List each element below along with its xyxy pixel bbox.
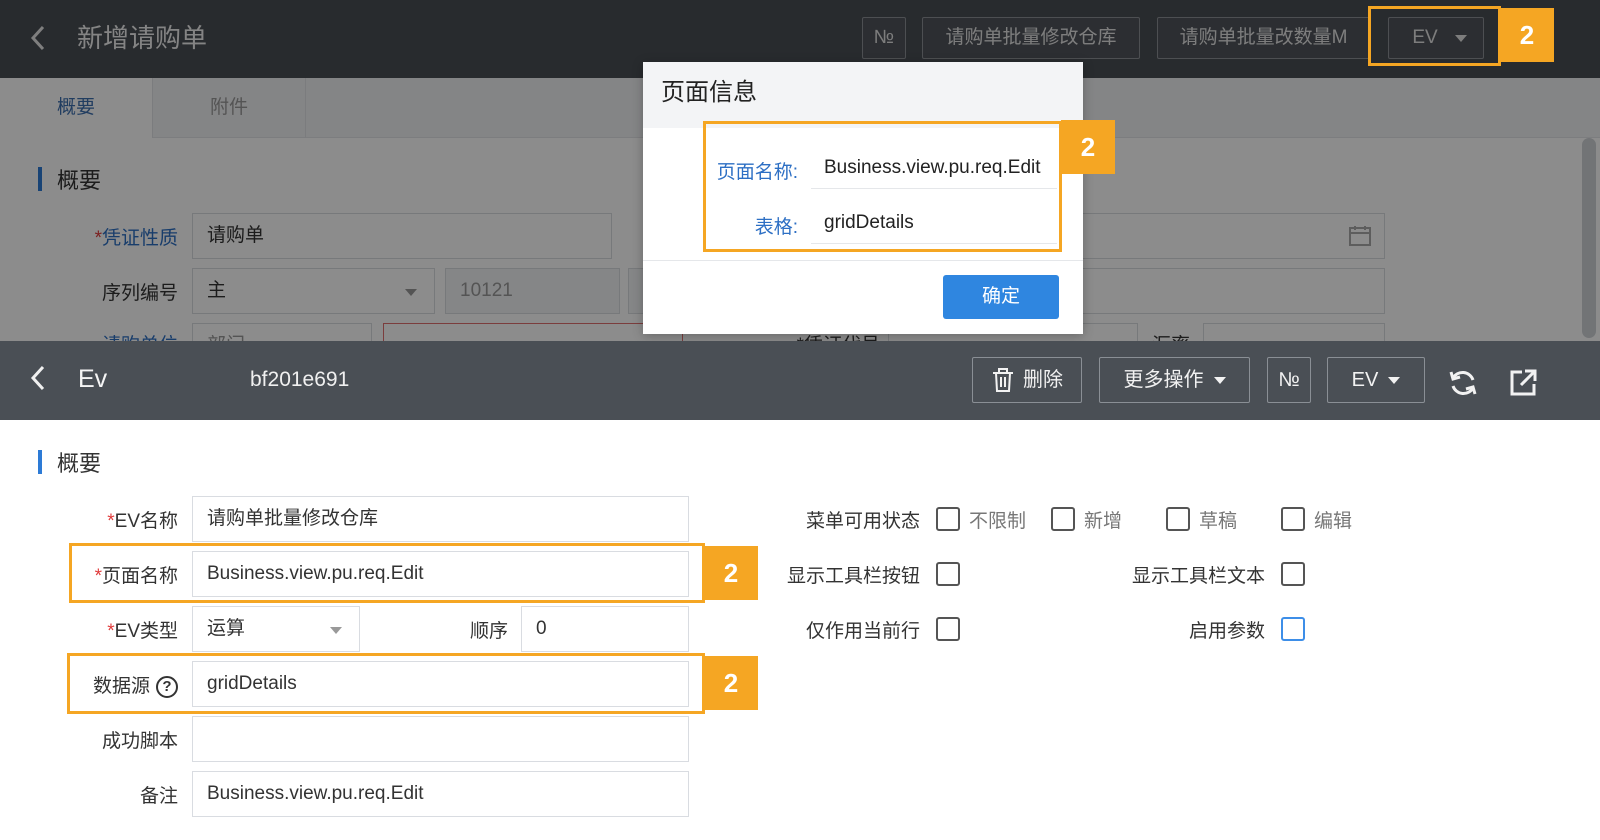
- step-badge: 2: [704, 656, 758, 710]
- section-marker: [38, 450, 42, 474]
- ev-name-field[interactable]: 请购单批量修改仓库: [192, 496, 689, 542]
- remark-field[interactable]: Business.view.pu.req.Edit: [192, 771, 689, 817]
- edit-checkbox[interactable]: [1281, 507, 1305, 531]
- unrestricted-checkbox[interactable]: [936, 507, 960, 531]
- new-label: 新增: [1084, 511, 1123, 532]
- exchange-rate-field[interactable]: [1203, 323, 1385, 341]
- number-button[interactable]: №: [1267, 357, 1311, 403]
- step-badge: 2: [1500, 8, 1554, 62]
- exchange-rate-label: 汇率: [1140, 330, 1190, 341]
- page-name-label: 页面名称:: [716, 162, 798, 183]
- ev-dropdown-button[interactable]: EV: [1388, 17, 1484, 59]
- success-script-field[interactable]: [192, 716, 689, 762]
- ev-dropdown-button[interactable]: EV: [1327, 357, 1425, 403]
- show-toolbar-text-label: 显示工具栏文本: [1131, 566, 1265, 587]
- delete-button[interactable]: 删除: [972, 357, 1082, 403]
- page-title: 新增请购单: [77, 23, 208, 53]
- page-name-field[interactable]: Business.view.pu.req.Edit: [192, 551, 689, 597]
- serial-prefix-value: 主: [207, 280, 227, 301]
- data-source-label: 数据源?: [50, 671, 178, 698]
- more-actions-button[interactable]: 更多操作: [1099, 357, 1250, 403]
- caret-down-icon: [1455, 35, 1467, 42]
- enable-params-label: 启用参数: [1188, 621, 1265, 642]
- record-id: bf201e691: [250, 368, 350, 391]
- divider: [643, 260, 1083, 261]
- ev-type-select[interactable]: 运算: [192, 606, 360, 652]
- step-badge: 2: [1061, 120, 1115, 174]
- page-name-label: 页面名称: [50, 561, 178, 588]
- grid-label: 表格:: [754, 217, 798, 238]
- menu-state-label: 菜单可用状态: [805, 511, 920, 532]
- right-field[interactable]: [1060, 268, 1385, 314]
- data-source-field[interactable]: gridDetails: [192, 661, 689, 707]
- draft-label: 草稿: [1199, 511, 1238, 532]
- current-row-only-label: 仅作用当前行: [805, 621, 920, 642]
- tab-attachments[interactable]: 附件: [153, 78, 306, 138]
- step-badge: 2: [704, 546, 758, 600]
- top-panel: 新增请购单 № 请购单批量修改仓库 请购单批量改数量M EV 概要 附件 概要 …: [0, 0, 1600, 341]
- unrestricted-label: 不限制: [969, 511, 1027, 532]
- more-actions-label: 更多操作: [1123, 369, 1204, 391]
- section-title: 概要: [57, 168, 102, 193]
- voucher-type-field[interactable]: 请购单: [192, 213, 612, 259]
- batch-modify-quantity-button[interactable]: 请购单批量改数量M: [1157, 17, 1370, 59]
- unit-detail-field[interactable]: [383, 323, 683, 341]
- draft-checkbox[interactable]: [1166, 507, 1190, 531]
- chevron-left-icon[interactable]: [28, 22, 58, 56]
- ev-label: EV: [1412, 27, 1438, 48]
- page-name-value: Business.view.pu.req.Edit: [824, 157, 1041, 178]
- date-field[interactable]: [1060, 213, 1385, 259]
- scrollbar[interactable]: [1582, 138, 1596, 338]
- order-label: 顺序: [469, 621, 508, 642]
- enable-params-checkbox[interactable]: [1281, 617, 1305, 641]
- edit-label: 编辑: [1314, 511, 1353, 532]
- number-button[interactable]: №: [862, 17, 906, 59]
- divider: [811, 243, 1057, 244]
- unit-field[interactable]: 部门: [192, 323, 372, 341]
- tab-overview[interactable]: 概要: [0, 78, 153, 138]
- ev-type-label: EV类型: [50, 616, 178, 643]
- divider: [811, 188, 1057, 189]
- show-toolbar-text-checkbox[interactable]: [1281, 562, 1305, 586]
- dialog-title: 页面信息: [643, 62, 1083, 128]
- batch-modify-warehouse-button[interactable]: 请购单批量修改仓库: [922, 17, 1140, 59]
- success-script-label: 成功脚本: [101, 731, 178, 752]
- caret-down-icon: [330, 627, 342, 634]
- section-marker: [38, 167, 42, 191]
- serial-number-field[interactable]: 10121: [445, 268, 620, 314]
- caret-down-icon: [405, 289, 417, 296]
- order-field[interactable]: 0: [521, 606, 689, 652]
- page-info-dialog: 页面信息 页面名称: Business.view.pu.req.Edit 表格:…: [643, 62, 1083, 334]
- grid-value: gridDetails: [824, 212, 914, 233]
- refresh-icon[interactable]: [1448, 368, 1478, 398]
- voucher-type-label: 凭证性质: [60, 223, 178, 250]
- calendar-icon: [1349, 226, 1371, 246]
- new-checkbox[interactable]: [1051, 507, 1075, 531]
- request-unit-label: 请购单位: [60, 330, 178, 341]
- remark-label: 备注: [139, 786, 178, 807]
- ev-type-value: 运算: [207, 618, 246, 639]
- trash-icon: [993, 368, 1013, 392]
- help-icon[interactable]: ?: [156, 676, 178, 698]
- serial-number-label: 序列编号: [101, 283, 178, 304]
- delete-label: 删除: [1023, 369, 1063, 391]
- ev-label: EV: [1351, 369, 1379, 391]
- serial-prefix-select[interactable]: 主: [192, 268, 435, 314]
- caret-down-icon: [1388, 377, 1401, 385]
- show-toolbar-button-label: 显示工具栏按钮: [786, 566, 920, 587]
- record-title: Ev: [78, 365, 108, 393]
- confirm-button[interactable]: 确定: [943, 275, 1059, 319]
- ev-name-label: EV名称: [50, 506, 178, 533]
- chevron-left-icon[interactable]: [28, 362, 48, 400]
- caret-down-icon: [1213, 377, 1226, 385]
- show-toolbar-button-checkbox[interactable]: [936, 562, 960, 586]
- share-icon[interactable]: [1508, 368, 1538, 398]
- section-title: 概要: [57, 451, 102, 476]
- current-row-only-checkbox[interactable]: [936, 617, 960, 641]
